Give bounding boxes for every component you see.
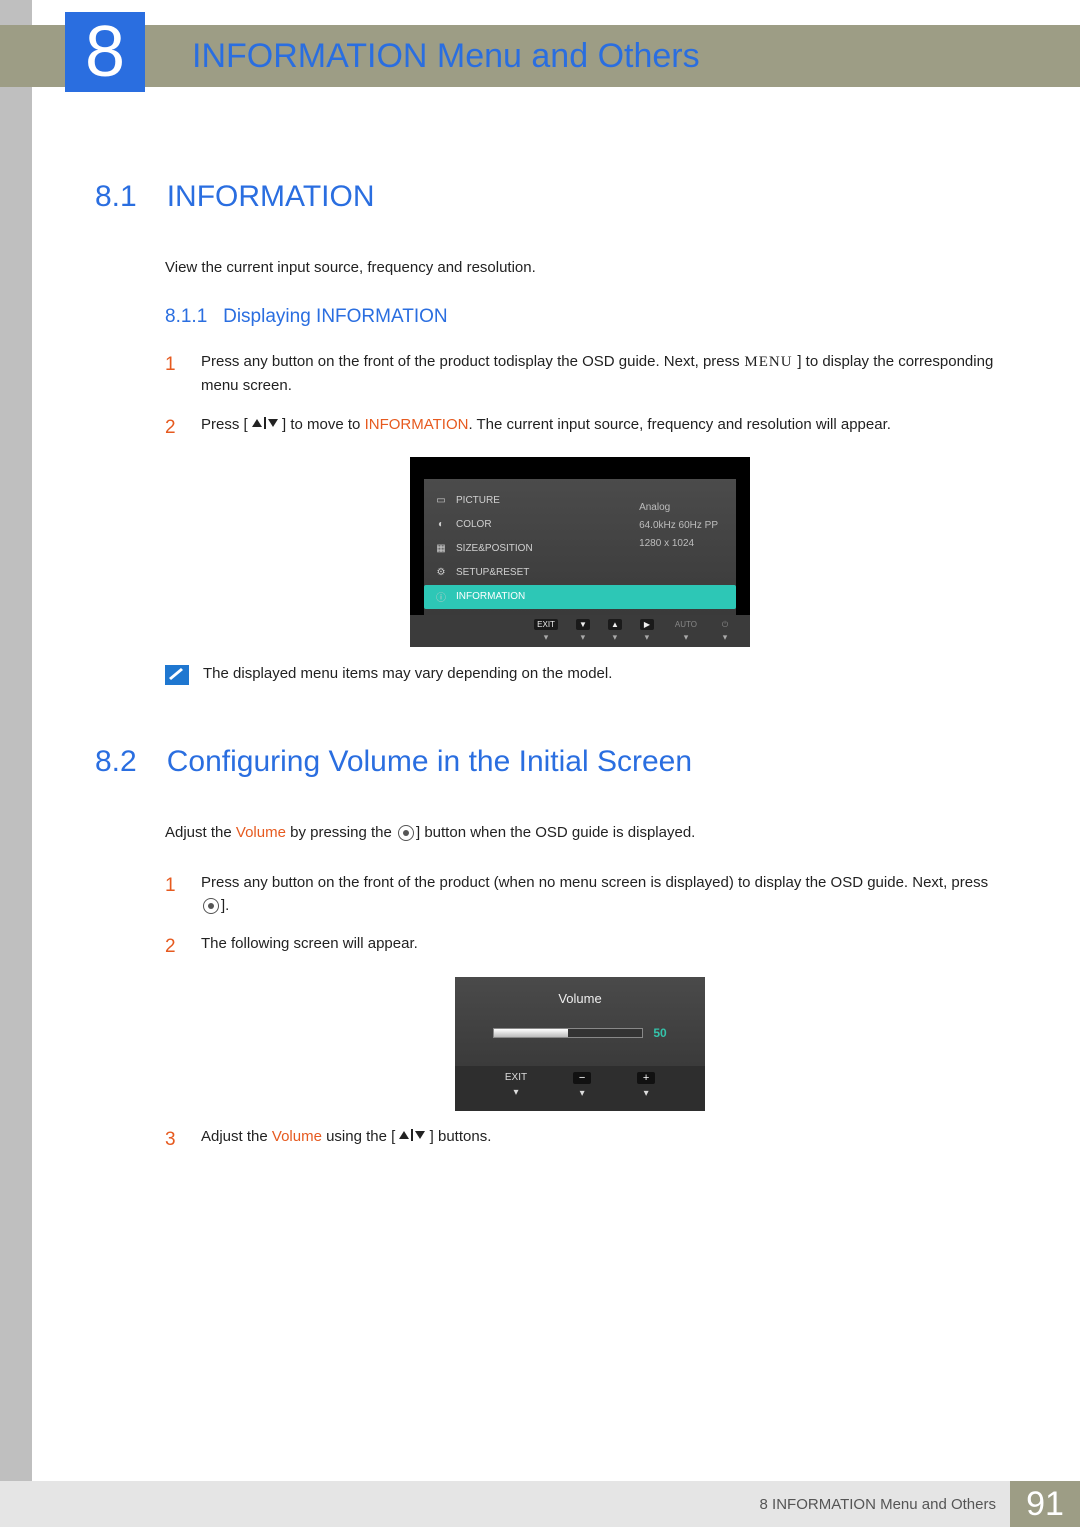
section-title: INFORMATION xyxy=(167,180,375,214)
osd-menu-item: SIZE&POSITION xyxy=(456,543,533,554)
volume-keyword: Volume xyxy=(268,1128,326,1145)
osd-menu-item: COLOR xyxy=(456,519,492,530)
section-number: 8.2 xyxy=(95,745,137,779)
subsection-number: 8.1.1 xyxy=(165,306,207,327)
chapter-title: INFORMATION Menu and Others xyxy=(192,37,700,76)
step-text: Press [ ] to move to INFORMATION. The cu… xyxy=(201,413,995,442)
information-keyword: INFORMATION xyxy=(360,416,468,433)
information-icon: ⓘ xyxy=(434,590,448,604)
volume-bar xyxy=(493,1028,643,1038)
volume-nav-bar: EXIT▾ −▾ +▾ xyxy=(455,1066,705,1111)
step-text: Press any button on the front of the pro… xyxy=(201,350,995,398)
down-caret-icon: ▾ xyxy=(580,1088,585,1099)
step-number: 2 xyxy=(165,413,181,442)
step-3: 3 Adjust the Volume using the [ ] button… xyxy=(165,1125,995,1154)
down-caret-icon: ▾ xyxy=(513,1087,518,1098)
osd-nav-bar: EXIT▾ ▼▾ ▲▾ ▶▾ AUTO▾ ⏻▾ xyxy=(410,615,750,647)
volume-keyword: Volume xyxy=(236,824,286,841)
volume-value: 50 xyxy=(653,1026,666,1040)
osd-info-values: Analog 64.0kHz 60Hz PP 1280 x 1024 xyxy=(639,499,718,553)
down-caret-icon: ▾ xyxy=(544,632,549,643)
step-1: 1 Press any button on the front of the p… xyxy=(165,350,995,398)
record-button-icon xyxy=(398,825,414,841)
subsection-heading: 8.1.1 Displaying INFORMATION xyxy=(165,306,995,328)
step-number: 1 xyxy=(165,350,181,398)
step-text: Adjust the Volume using the [ ] buttons. xyxy=(201,1125,995,1154)
osd-menu-item: PICTURE xyxy=(456,495,500,506)
section-title: Configuring Volume in the Initial Screen xyxy=(167,745,692,779)
down-caret-icon: ▾ xyxy=(645,632,650,643)
down-caret-icon: ▾ xyxy=(644,1088,649,1099)
section-intro: Adjust the Volume by pressing the ] butt… xyxy=(165,824,995,841)
step-2: 2 Press [ ] to move to INFORMATION. The … xyxy=(165,413,995,442)
footer-chapter-ref: 8 INFORMATION Menu and Others xyxy=(746,1481,1010,1527)
footer-page-number: 91 xyxy=(1010,1481,1080,1527)
osd-menu-item: SETUP&RESET xyxy=(456,567,529,578)
down-caret-icon: ▾ xyxy=(613,632,618,643)
section-heading-8-2: 8.2 Configuring Volume in the Initial Sc… xyxy=(95,745,995,779)
menu-label: MENU xyxy=(740,354,798,370)
size-position-icon: ▦ xyxy=(434,542,448,556)
note: The displayed menu items may vary depend… xyxy=(165,665,995,685)
step-number: 2 xyxy=(165,932,181,961)
minus-icon: − xyxy=(573,1072,591,1084)
volume-title: Volume xyxy=(455,991,705,1006)
step-text: The following screen will appear. xyxy=(201,932,995,961)
plus-icon: + xyxy=(637,1072,655,1084)
picture-icon: ▭ xyxy=(434,494,448,508)
page-footer: 8 INFORMATION Menu and Others 91 xyxy=(0,1481,1080,1527)
step-number: 3 xyxy=(165,1125,181,1154)
subsection-title: Displaying INFORMATION xyxy=(223,306,448,327)
step-2: 2 The following screen will appear. xyxy=(165,932,995,961)
setup-reset-icon: ⚙ xyxy=(434,566,448,580)
note-icon xyxy=(165,665,189,685)
step-text: Press any button on the front of the pro… xyxy=(201,871,995,918)
down-caret-icon: ▾ xyxy=(581,632,586,643)
step-number: 1 xyxy=(165,871,181,918)
osd-volume-screenshot: Volume 50 EXIT▾ −▾ +▾ xyxy=(455,977,705,1111)
up-down-arrow-icon xyxy=(252,413,278,436)
down-caret-icon: ▾ xyxy=(723,632,728,643)
section-number: 8.1 xyxy=(95,180,137,214)
osd-information-screenshot: ▭ PICTURE ◐ COLOR ▦ SIZE&POSITION ⚙ SETUP&RE… xyxy=(410,457,750,647)
left-margin-stripe xyxy=(0,0,32,1527)
chapter-header-bar: INFORMATION Menu and Others xyxy=(32,25,1080,87)
note-text: The displayed menu items may vary depend… xyxy=(203,665,612,682)
up-down-arrow-icon xyxy=(399,1125,425,1148)
color-icon: ◐ xyxy=(434,518,448,532)
chapter-number-box: 8 xyxy=(65,12,145,92)
osd-menu-item: INFORMATION xyxy=(456,591,525,602)
down-caret-icon: ▾ xyxy=(684,632,689,643)
section-intro: View the current input source, frequency… xyxy=(165,259,995,276)
step-1: 1 Press any button on the front of the p… xyxy=(165,871,995,918)
record-button-icon xyxy=(203,898,219,914)
section-heading-8-1: 8.1 INFORMATION xyxy=(95,180,995,214)
